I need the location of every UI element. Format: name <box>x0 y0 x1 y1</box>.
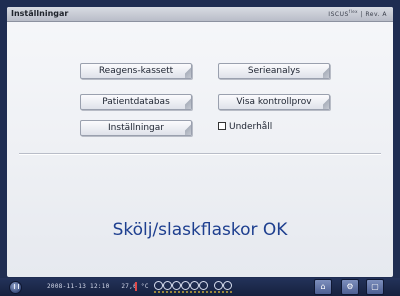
reagent-dot <box>162 291 164 293</box>
reagent-dot <box>198 291 200 293</box>
reagent-dot <box>182 291 184 293</box>
reagent-dot <box>218 291 220 293</box>
reagent-dot <box>230 291 232 293</box>
brand-name: ISCUS <box>328 11 349 18</box>
show-control-sample-button[interactable]: Visa kontrollprov <box>218 94 330 110</box>
section-divider <box>19 153 381 155</box>
sample-position-indicator <box>172 281 181 290</box>
reagent-dots <box>154 291 254 294</box>
reagent-dot <box>214 291 216 293</box>
patient-database-button[interactable]: Patientdatabas <box>80 94 192 110</box>
brand-logo: ISCUSflex | Rev. A <box>328 9 387 18</box>
reagent-dot <box>154 291 156 293</box>
reagent-dot <box>210 291 212 293</box>
sample-position-indicator <box>154 281 163 290</box>
sample-position-indicator <box>223 281 232 290</box>
reagent-dot <box>206 291 208 293</box>
sample-position-indicator <box>190 281 199 290</box>
window-title: Inställningar <box>11 9 69 18</box>
main-screen: Inställningar ISCUSflex | Rev. A Reagens… <box>7 7 393 277</box>
reagent-dot <box>170 291 172 293</box>
sample-position-indicator <box>181 281 190 290</box>
brand-superscript: flex <box>348 9 359 14</box>
reagent-dot <box>202 291 204 293</box>
reagent-dot <box>226 291 228 293</box>
reagent-dot <box>158 291 160 293</box>
serial-analysis-button[interactable]: Serieanalys <box>218 63 330 79</box>
status-message: Skölj/slaskflaskor OK <box>112 220 288 240</box>
reagent-dot <box>190 291 192 293</box>
sample-position-indicator <box>163 281 172 290</box>
sample-position-indicator <box>214 281 223 290</box>
reagent-cassette-button[interactable]: Reagens-kassett <box>80 63 192 79</box>
maintenance-option[interactable]: Underhåll <box>218 120 272 134</box>
title-bar: Inställningar ISCUSflex | Rev. A <box>7 7 393 22</box>
home-icon[interactable]: ⌂ <box>314 279 332 295</box>
status-text: 2008-11-13 12:10 27,6 °C <box>47 283 149 290</box>
brand-revision: | Rev. A <box>360 11 387 18</box>
reagent-dot <box>222 291 224 293</box>
folder-icon[interactable]: ▢ <box>366 279 384 295</box>
reagent-dot <box>178 291 180 293</box>
reagent-dot <box>174 291 176 293</box>
settings-button[interactable]: Inställningar <box>80 120 192 136</box>
sample-position-indicator <box>199 281 208 290</box>
reagent-dot <box>194 291 196 293</box>
maintenance-checkbox[interactable] <box>218 121 226 130</box>
power-icon[interactable] <box>9 281 22 294</box>
reagent-dot <box>186 291 188 293</box>
thermometer-icon <box>135 282 137 291</box>
maintenance-label: Underhåll <box>229 122 273 132</box>
gear-icon[interactable]: ⚙ <box>341 279 359 295</box>
reagent-dot <box>166 291 168 293</box>
datetime: 2008-11-13 12:10 <box>47 283 110 290</box>
